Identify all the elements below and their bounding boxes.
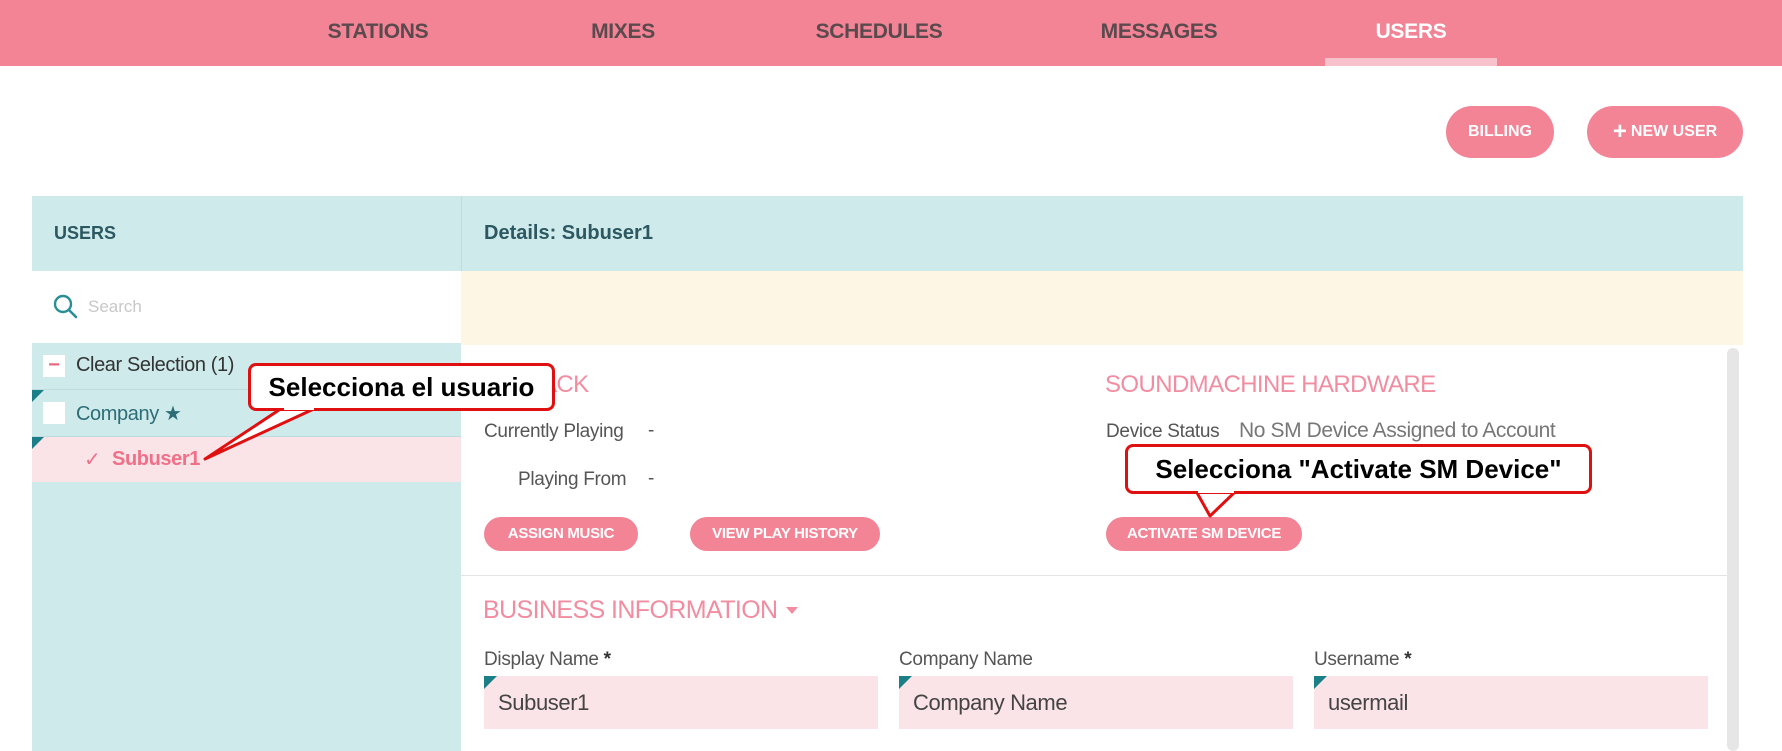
notice-banner bbox=[461, 271, 1743, 345]
new-user-button[interactable]: + NEW USER bbox=[1587, 106, 1743, 158]
tab-schedules[interactable]: SCHEDULES bbox=[816, 0, 943, 66]
company-name-label: Company Name bbox=[899, 649, 1033, 671]
minus-icon[interactable]: − bbox=[43, 355, 65, 377]
playing-from-value: - bbox=[648, 468, 655, 489]
business-info-toggle[interactable]: BUSINESS INFORMATION bbox=[483, 596, 798, 625]
details-title: Details: Subuser1 bbox=[461, 196, 1743, 271]
corner-marker bbox=[32, 437, 44, 449]
activate-sm-device-button[interactable]: ACTIVATE SM DEVICE bbox=[1106, 517, 1302, 551]
scrollbar[interactable] bbox=[1727, 348, 1739, 751]
corner-marker bbox=[32, 390, 44, 402]
display-name-input[interactable] bbox=[498, 684, 858, 722]
subuser1-label: Subuser1 bbox=[112, 448, 200, 470]
company-checkbox[interactable] bbox=[43, 402, 65, 424]
new-user-label: NEW USER bbox=[1630, 123, 1718, 140]
username-label: Username * bbox=[1314, 649, 1412, 671]
callout-select-user: Selecciona el usuario bbox=[248, 363, 555, 411]
business-info-title: BUSINESS INFORMATION bbox=[483, 596, 778, 624]
active-tab-indicator bbox=[1325, 58, 1497, 66]
section-divider bbox=[461, 575, 1727, 576]
company-label: Company ★ bbox=[76, 403, 182, 425]
required-marker: * bbox=[1404, 649, 1412, 670]
callout-select-activate: Selecciona "Activate SM Device" bbox=[1125, 444, 1592, 494]
tab-messages[interactable]: MESSAGES bbox=[1101, 0, 1218, 66]
currently-playing-value: - bbox=[648, 420, 655, 441]
users-panel: USERS − Clear Selection (1) Company ★ ✓ … bbox=[32, 196, 461, 751]
device-status-value: No SM Device Assigned to Account bbox=[1239, 419, 1556, 442]
tab-stations[interactable]: STATIONS bbox=[328, 0, 429, 66]
display-name-label-text: Display Name bbox=[484, 649, 599, 670]
currently-playing-label: Currently Playing bbox=[484, 421, 624, 442]
device-status-label: Device Status bbox=[1106, 421, 1220, 442]
playing-from-label: Playing From bbox=[518, 469, 627, 490]
clear-selection-label: Clear Selection (1) bbox=[76, 354, 235, 376]
caret-down-icon bbox=[785, 607, 798, 614]
corner-marker bbox=[1314, 676, 1327, 689]
required-marker: * bbox=[603, 649, 611, 670]
company-name-label-text: Company Name bbox=[899, 649, 1033, 670]
display-name-label: Display Name * bbox=[484, 649, 611, 671]
username-input[interactable] bbox=[1328, 684, 1688, 722]
username-label-text: Username bbox=[1314, 649, 1400, 670]
checkmark-icon: ✓ bbox=[84, 449, 101, 471]
plus-icon: + bbox=[1612, 118, 1627, 145]
search-bar bbox=[32, 271, 461, 343]
hardware-section-title: SOUNDMACHINE HARDWARE bbox=[1105, 371, 1436, 398]
display-name-field bbox=[484, 676, 878, 729]
users-panel-title: USERS bbox=[54, 223, 117, 243]
search-icon bbox=[53, 294, 78, 319]
tree-item-subuser1[interactable]: ✓ Subuser1 bbox=[32, 436, 461, 482]
company-name-field bbox=[899, 676, 1293, 729]
company-name-input[interactable] bbox=[913, 684, 1273, 722]
billing-button[interactable]: BILLING bbox=[1446, 106, 1554, 158]
assign-music-button[interactable]: ASSIGN MUSIC bbox=[484, 517, 638, 551]
tab-mixes[interactable]: MIXES bbox=[591, 0, 655, 66]
search-input[interactable] bbox=[88, 287, 428, 327]
corner-marker bbox=[484, 676, 497, 689]
view-play-history-button[interactable]: VIEW PLAY HISTORY bbox=[690, 517, 880, 551]
username-field bbox=[1314, 676, 1708, 729]
corner-marker bbox=[899, 676, 912, 689]
top-nav: STATIONS MIXES SCHEDULES MESSAGES USERS bbox=[0, 0, 1782, 66]
tab-users[interactable]: USERS bbox=[1376, 0, 1447, 66]
